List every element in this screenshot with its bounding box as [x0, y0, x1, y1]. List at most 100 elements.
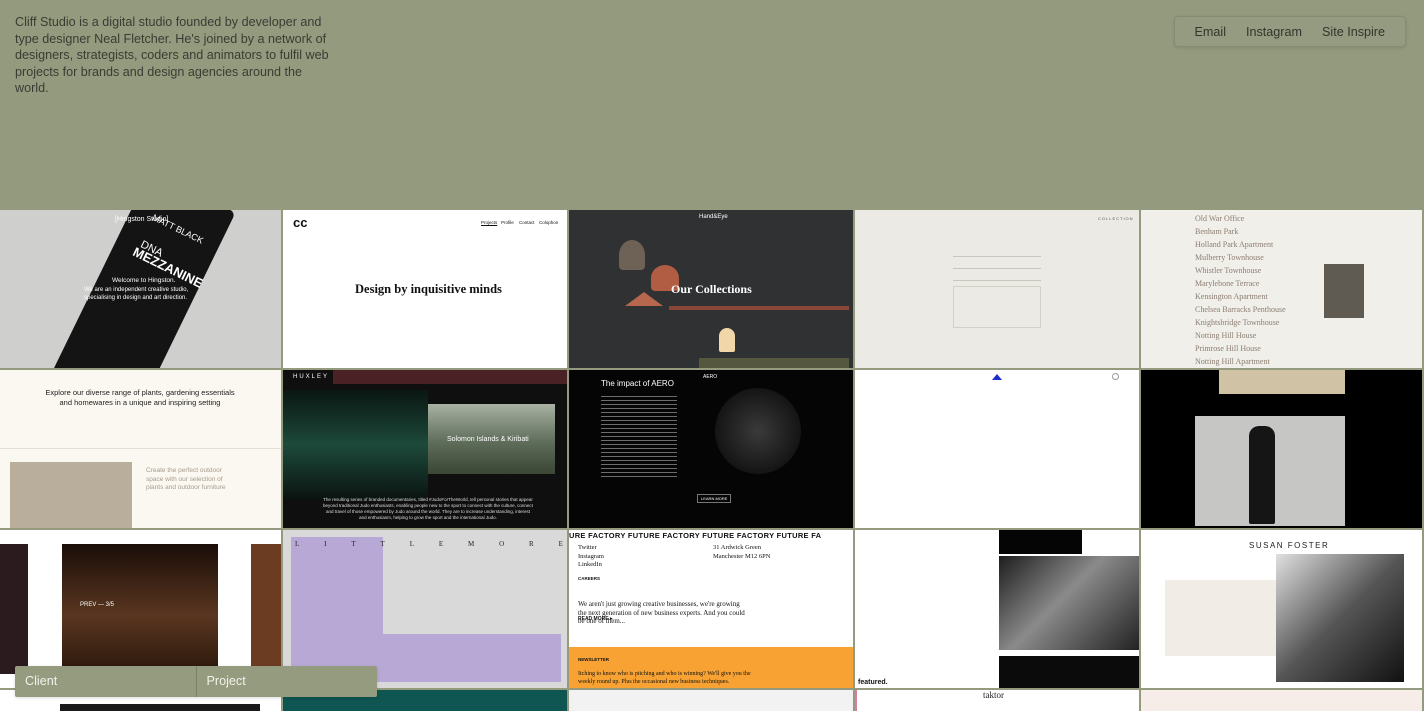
- restaurant-image: [62, 544, 218, 674]
- taktor-logo: taktor: [983, 690, 1004, 700]
- letter: O: [499, 540, 505, 548]
- future-careers: CAREERS: [578, 576, 601, 581]
- lamp-shade: [719, 328, 735, 352]
- project-tile-row4-c[interactable]: [569, 690, 855, 711]
- residence-item[interactable]: Holland Park Apartment: [1195, 238, 1286, 251]
- susan-name: SUSAN FOSTER: [1249, 541, 1330, 550]
- cc-link-colophon[interactable]: Colophon: [539, 220, 558, 225]
- project-tile-residences[interactable]: Old War Office Benham Park Holland Park …: [1141, 210, 1424, 370]
- featured-image-top: [999, 530, 1082, 554]
- row4a-image: [60, 704, 260, 711]
- featured-image-main: [999, 556, 1139, 650]
- letter: T: [351, 540, 356, 548]
- littlemore-letters: L I T T L E M O R E: [295, 540, 563, 548]
- future-newsletter-body: Itching to know who is pitching and who …: [578, 671, 751, 685]
- project-tile-plants[interactable]: Explore our diverse range of plants, gar…: [0, 370, 283, 530]
- future-newsletter: NEWSLETTER: [578, 657, 609, 662]
- studio-intro: Cliff Studio is a digital studio founded…: [15, 15, 329, 95]
- plants-sub: Create the perfect outdoor space with ou…: [146, 467, 226, 491]
- nav-instagram-link[interactable]: Instagram: [1236, 25, 1312, 39]
- restaurant-label: PREV — 3/5: [80, 602, 115, 608]
- aurora-image: [283, 390, 428, 500]
- handeye-ledge: [699, 358, 849, 368]
- huxley-top-band: [333, 370, 567, 384]
- huxley-caption: Solomon Islands & Kiribati: [447, 436, 529, 443]
- filter-bar: Client Project: [15, 666, 377, 697]
- residence-item[interactable]: Notting Hill House: [1195, 329, 1286, 342]
- future-read-more[interactable]: READ MORE ▸: [578, 616, 612, 622]
- letter: E: [558, 540, 563, 548]
- nav-email-link[interactable]: Email: [1185, 25, 1237, 39]
- residence-item[interactable]: Marylebone Terrace: [1195, 277, 1286, 290]
- cc-link-contact[interactable]: Contact: [519, 220, 535, 225]
- residence-item[interactable]: Old War Office: [1195, 212, 1286, 225]
- project-tile-featured[interactable]: featured.: [855, 530, 1141, 690]
- residence-item[interactable]: Benham Park: [1195, 225, 1286, 238]
- project-tile-hingston[interactable]: [Hingston Studio] MEZZANINE DNA MATT BLA…: [0, 210, 283, 370]
- nav-site-inspire-link[interactable]: Site Inspire: [1312, 25, 1395, 39]
- minimal-logo-icon: [992, 374, 1002, 380]
- huxley-body: The resulting series of branded document…: [323, 497, 533, 520]
- future-social: Twitter Instagram LinkedIn: [578, 544, 604, 570]
- letter: L: [409, 540, 414, 548]
- address-line: Manchester M12 6PN: [713, 552, 771, 560]
- project-tile-minimal[interactable]: [855, 370, 1141, 530]
- project-tile-susan-foster[interactable]: SUSAN FOSTER: [1141, 530, 1424, 690]
- project-tile-cc[interactable]: cc Projects Profile Contact Colophon Des…: [283, 210, 569, 370]
- residence-item[interactable]: Notting Hill Apartment: [1195, 355, 1286, 368]
- residence-item[interactable]: Whistler Townhouse: [1195, 264, 1286, 277]
- residence-photo: [1324, 264, 1364, 318]
- plants-headline: Explore our diverse range of plants, gar…: [45, 388, 235, 407]
- letter: L: [295, 540, 300, 548]
- hingston-body: We are an independent creative studio, s…: [84, 287, 189, 301]
- hingston-welcome: Welcome to Hingston.: [112, 277, 176, 284]
- residence-item[interactable]: Chelsea Barracks Penthouse: [1195, 303, 1286, 316]
- aero-cta[interactable]: LEARN MORE: [697, 494, 732, 503]
- project-tile-aero[interactable]: AERO The impact of AERO LEARN MORE: [569, 370, 855, 530]
- project-tile-collection[interactable]: COLLECTION: [855, 210, 1141, 370]
- fashion-model: [1249, 426, 1275, 524]
- project-tile-huxley[interactable]: HUXLEY Solomon Islands & Kiribati The re…: [283, 370, 569, 530]
- form-textarea: [953, 286, 1041, 328]
- social-link[interactable]: LinkedIn: [578, 561, 604, 570]
- collection-label: COLLECTION: [1098, 216, 1134, 221]
- top-nav: Email Instagram Site Inspire: [1173, 16, 1406, 47]
- pendant-lamp-1: [619, 240, 645, 270]
- residence-item[interactable]: Kensington Apartment: [1195, 290, 1286, 303]
- aero-globe: [715, 388, 801, 474]
- aero-text-block: [601, 396, 677, 478]
- project-tile-handeye[interactable]: Hand&Eye Our Collections: [569, 210, 855, 370]
- future-ticker: URE FACTORY FUTURE FACTORY FUTURE FACTOR…: [569, 531, 822, 540]
- address-line: 31 Ardwick Green: [713, 544, 762, 551]
- social-link[interactable]: Twitter: [578, 544, 604, 553]
- project-tile-future-factory[interactable]: URE FACTORY FUTURE FACTORY FUTURE FACTOR…: [569, 530, 855, 690]
- cc-logo: cc: [293, 215, 308, 230]
- residence-list: Old War Office Benham Park Holland Park …: [1195, 212, 1286, 368]
- residence-item[interactable]: Knightsbridge Townhouse: [1195, 316, 1286, 329]
- residence-item[interactable]: Primrose Hill House: [1195, 342, 1286, 355]
- restaurant-left-image: [0, 544, 28, 674]
- handeye-headline: Our Collections: [671, 282, 752, 296]
- minimal-menu-icon[interactable]: [1112, 373, 1119, 380]
- future-address: 31 Ardwick Green Manchester M12 6PN: [713, 544, 770, 561]
- featured-label: featured.: [858, 679, 888, 686]
- filter-project[interactable]: Project: [195, 666, 378, 697]
- project-grid: [Hingston Studio] MEZZANINE DNA MATT BLA…: [0, 210, 1424, 711]
- project-tile-taktor[interactable]: taktor: [855, 690, 1141, 711]
- social-link[interactable]: Instagram: [578, 553, 604, 562]
- susan-jewellery-image: [1165, 580, 1283, 656]
- cc-link-profile[interactable]: Profile: [501, 220, 514, 225]
- residence-item[interactable]: Mulberry Townhouse: [1195, 251, 1286, 264]
- form-line-3: [953, 280, 1041, 281]
- project-tile-fashion[interactable]: [1141, 370, 1424, 530]
- letter: E: [438, 540, 444, 548]
- plants-photo: [10, 462, 132, 528]
- form-line: [953, 256, 1041, 257]
- cc-headline: Design by inquisitive minds: [355, 282, 502, 296]
- lamp-rail: [669, 306, 849, 310]
- cc-link-projects[interactable]: Projects: [481, 220, 497, 225]
- aero-logo: AERO: [703, 374, 718, 380]
- plants-divider: [0, 448, 281, 449]
- project-tile-row4-e[interactable]: [1141, 690, 1424, 711]
- filter-client[interactable]: Client: [15, 666, 196, 697]
